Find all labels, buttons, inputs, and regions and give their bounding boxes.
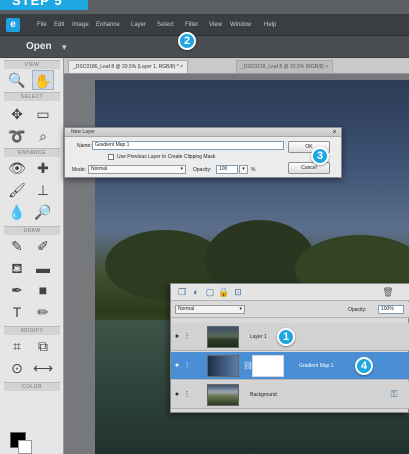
new-layer-icon[interactable]: ❐ [176, 287, 188, 298]
clone-stamp-tool-icon[interactable]: ⊥ [32, 180, 54, 200]
blend-mode-value: Normal [178, 306, 195, 312]
tool-section-color: COLOR [4, 382, 60, 391]
gradient-tool-icon[interactable]: ▬ [32, 258, 54, 278]
trash-icon[interactable]: 🗑 [382, 287, 394, 298]
straighten-tool-icon[interactable]: ⟷ [32, 358, 54, 378]
app-logo-icon: e [6, 18, 20, 32]
tool-section-view: VIEW [4, 60, 60, 69]
layer-thumbnail [207, 384, 239, 406]
lasso-tool-icon[interactable]: ➰ [6, 126, 28, 146]
link-icon[interactable]: ⋮ [183, 391, 191, 399]
step-badge-4: 4 [355, 357, 373, 375]
document-tab-inactive[interactable]: _DSC0218_Leaf 8 @ 20.5% (RGB/8) × [236, 60, 334, 73]
visibility-eye-icon[interactable]: ● [173, 362, 181, 370]
menu-image[interactable]: Image [72, 19, 89, 31]
link-icon[interactable]: ⋮ [183, 333, 191, 341]
adjustment-layer-icon[interactable]: ◐ [190, 287, 202, 298]
blend-mode-select[interactable]: Normal ▾ [175, 305, 245, 314]
red-eye-tool-icon[interactable]: 👁 [6, 158, 28, 178]
content-aware-move-icon[interactable]: ⊙ [6, 358, 28, 378]
tool-section-select: SELECT [4, 92, 60, 101]
layer-name[interactable]: Background [250, 391, 277, 399]
dialog-close-icon[interactable]: × [330, 128, 339, 137]
pencil-tool-icon[interactable]: ✏ [32, 302, 54, 322]
background-color-swatch[interactable] [18, 440, 32, 454]
visibility-eye-icon[interactable]: ● [173, 391, 181, 399]
layer-mask-thumbnail[interactable] [252, 355, 284, 377]
menu-select[interactable]: Select [157, 19, 174, 31]
quick-selection-tool-icon[interactable]: ⌕ [32, 126, 54, 146]
layer-mask-icon[interactable]: ▢ [204, 287, 216, 298]
layer-lock-icon[interactable]: ⚿ [388, 388, 400, 400]
recompose-tool-icon[interactable]: ⧉ [32, 336, 54, 356]
menu-file[interactable]: File [37, 19, 47, 31]
paint-bucket-tool-icon[interactable]: ⛾ [6, 258, 28, 278]
opacity-dropdown-icon[interactable]: ▾ [239, 165, 248, 174]
menu-filter[interactable]: Filter [185, 19, 198, 31]
marquee-tool-icon[interactable]: ▭ [32, 104, 54, 124]
menu-help[interactable]: Help [264, 19, 276, 31]
layer-name-input[interactable]: Gradient Map 1 [92, 141, 284, 150]
open-dropdown-icon[interactable]: ▾ [62, 41, 67, 53]
crop-tool-icon[interactable]: ⌗ [6, 336, 28, 356]
visibility-eye-icon[interactable]: ● [173, 333, 181, 341]
link-icon[interactable]: ⋮ [183, 362, 191, 370]
mask-link-icon[interactable]: ⛓ [243, 359, 253, 373]
name-label: Name: [77, 143, 92, 149]
chevron-down-icon: ▾ [239, 306, 242, 312]
layers-opacity-label: Opacity: [348, 307, 367, 313]
opacity-input[interactable]: 100 [216, 165, 238, 174]
tool-section-modify: MODIFY [4, 326, 60, 335]
layer-name[interactable]: Layer 1 [250, 333, 267, 341]
mode-label: Mode: [72, 167, 86, 173]
gradient-map-thumbnail [207, 355, 239, 377]
sponge-tool-icon[interactable]: 🔎 [32, 202, 54, 222]
tab-close-icon[interactable]: × [180, 64, 183, 70]
menu-edit[interactable]: Edit [54, 19, 64, 31]
zoom-tool-icon[interactable]: 🔍 [6, 70, 28, 90]
document-tab-active[interactable]: _DSC0186_Leaf 8 @ 20.5% (Layer 1, RGB/8)… [68, 60, 189, 73]
step-badge-2: 2 [178, 32, 196, 50]
eraser-tool-icon[interactable]: ✐ [32, 236, 54, 256]
lock-icon[interactable]: 🔒 [218, 287, 230, 298]
clipping-mask-label: Use Previous Layer to Create Clipping Ma… [117, 154, 216, 160]
tab-label: _DSC0218_Leaf 8 @ 20.5% (RGB/8) [241, 64, 324, 70]
move-tool-icon[interactable]: ✥ [6, 104, 28, 124]
layers-opacity-input[interactable]: 100% [378, 305, 404, 314]
tab-label: _DSC0186_Leaf 8 @ 20.5% (Layer 1, RGB/8)… [73, 64, 179, 70]
clipping-mask-checkbox[interactable] [108, 154, 114, 160]
step-badge-3: 3 [311, 147, 329, 165]
tool-section-enhance: ENHANCE [4, 148, 60, 157]
blur-tool-icon[interactable]: 💧 [6, 202, 28, 222]
menu-enhance[interactable]: Enhance [96, 19, 120, 31]
mode-value: Normal [91, 166, 108, 172]
opacity-label: Opacity: [193, 167, 212, 173]
hand-tool-icon[interactable]: ✋ [32, 70, 54, 90]
lock-all-icon[interactable]: ⊡ [232, 287, 244, 298]
layer-thumbnail [207, 326, 239, 348]
mode-select[interactable]: Normal ▾ [88, 165, 186, 174]
brush-tool-icon[interactable]: ✎ [6, 236, 28, 256]
menu-window[interactable]: Window [230, 19, 251, 31]
chevron-down-icon: ▾ [180, 166, 183, 172]
spot-healing-tool-icon[interactable]: ✚ [32, 158, 54, 178]
open-button[interactable]: Open [26, 41, 52, 53]
menu-view[interactable]: View [209, 19, 222, 31]
step-banner: STEP 5 [0, 0, 88, 10]
type-tool-icon[interactable]: T [6, 302, 28, 322]
dialog-title: New Layer [65, 128, 341, 137]
step-badge-1: 1 [277, 328, 295, 346]
eyedropper-tool-icon[interactable]: ✒ [6, 280, 28, 300]
smart-brush-tool-icon[interactable]: 🖌 [6, 180, 28, 200]
tab-close-icon[interactable]: × [325, 64, 328, 70]
layer-name[interactable]: Gradient Map 1 [299, 362, 333, 370]
percent-label: % [251, 167, 256, 173]
menu-layer[interactable]: Layer [131, 19, 146, 31]
tool-section-draw: DRAW [4, 226, 60, 235]
shape-tool-icon[interactable]: ■ [32, 280, 54, 300]
